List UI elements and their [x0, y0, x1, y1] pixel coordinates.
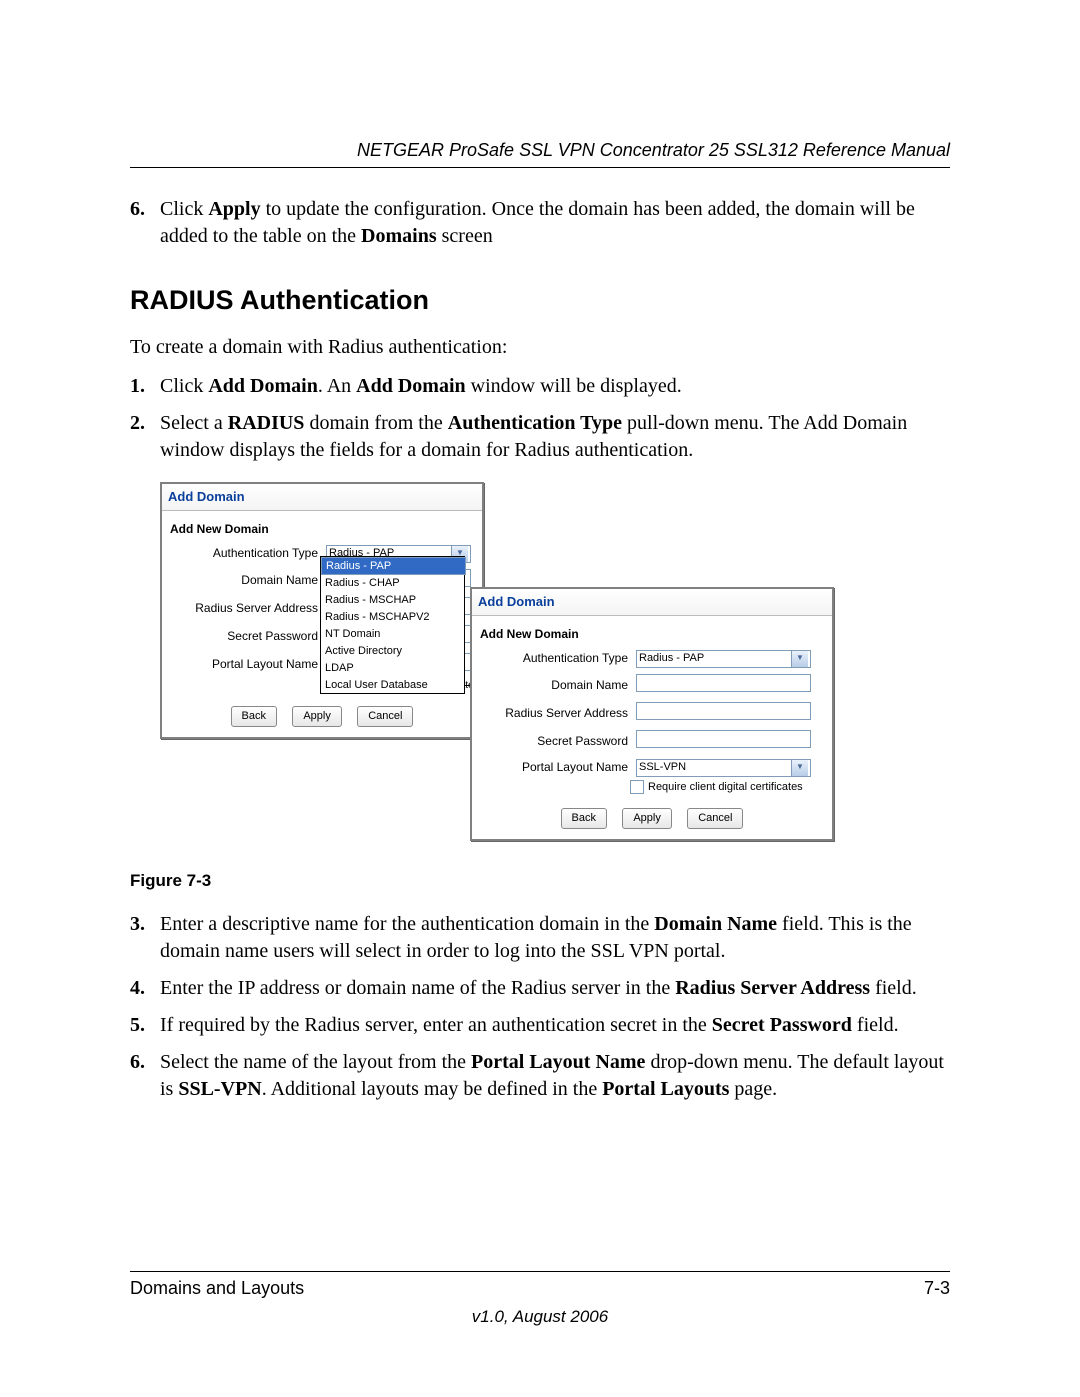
- require-cert-checkbox[interactable]: [630, 780, 644, 794]
- option-active-directory[interactable]: Active Directory: [321, 643, 464, 660]
- dialog-buttons: Back Apply Cancel: [162, 692, 482, 737]
- step-text: If required by the Radius server, enter …: [160, 1012, 950, 1039]
- step-6: 6. Select the name of the layout from th…: [130, 1049, 950, 1103]
- step-text: Click Apply to update the configuration.…: [160, 196, 950, 250]
- dialog-title: Add Domain: [472, 589, 832, 616]
- option-nt-domain[interactable]: NT Domain: [321, 626, 464, 643]
- add-domain-dialog-right: Add Domain Add New Domain Authentication…: [470, 587, 834, 841]
- add-domain-dialog-left: Add Domain Add New Domain Authentication…: [160, 482, 484, 739]
- page: NETGEAR ProSafe SSL VPN Concentrator 25 …: [0, 0, 1080, 1397]
- step-text: Click Add Domain. An Add Domain window w…: [160, 373, 950, 400]
- label-domain-name: Domain Name: [168, 572, 326, 588]
- step-2: 2. Select a RADIUS domain from the Authe…: [130, 410, 950, 464]
- dialog-buttons: Back Apply Cancel: [472, 794, 832, 839]
- label-secret-password: Secret Password: [478, 733, 636, 749]
- step-text: Select a RADIUS domain from the Authenti…: [160, 410, 950, 464]
- option-radius-mschapv2[interactable]: Radius - MSCHAPV2: [321, 609, 464, 626]
- running-header: NETGEAR ProSafe SSL VPN Concentrator 25 …: [130, 140, 950, 168]
- auth-type-dropdown-list[interactable]: Radius - PAP Radius - CHAP Radius - MSCH…: [320, 556, 465, 694]
- option-radius-chap[interactable]: Radius - CHAP: [321, 575, 464, 592]
- label-auth-type: Authentication Type: [168, 545, 326, 561]
- dialog-title: Add Domain: [162, 484, 482, 511]
- label-domain-name: Domain Name: [478, 677, 636, 693]
- page-number: 7-3: [924, 1278, 950, 1299]
- option-radius-mschap[interactable]: Radius - MSCHAP: [321, 592, 464, 609]
- step-number: 5.: [130, 1012, 160, 1039]
- option-local-user-db[interactable]: Local User Database: [321, 677, 464, 694]
- radius-server-input[interactable]: [636, 702, 811, 720]
- step-number: 6.: [130, 1049, 160, 1103]
- step-5: 5. If required by the Radius server, ent…: [130, 1012, 950, 1039]
- label-radius-server: Radius Server Address: [168, 600, 326, 616]
- option-radius-pap[interactable]: Radius - PAP: [321, 557, 466, 575]
- step-text: Select the name of the layout from the P…: [160, 1049, 950, 1103]
- chevron-down-icon: ▼: [791, 651, 808, 667]
- dialog-section: Add New Domain: [472, 616, 832, 646]
- step-number: 6.: [130, 196, 160, 250]
- label-radius-server: Radius Server Address: [478, 705, 636, 721]
- page-footer: Domains and Layouts 7-3 v1.0, August 200…: [130, 1271, 950, 1327]
- domain-name-input[interactable]: [636, 674, 811, 692]
- chevron-down-icon: ▼: [791, 760, 808, 776]
- row-require-cert: Require client digital certificates: [472, 780, 832, 795]
- require-cert-label: Require client digital certificates: [648, 780, 803, 795]
- section-heading: RADIUS Authentication: [130, 282, 950, 318]
- footer-section: Domains and Layouts: [130, 1278, 304, 1299]
- intro-step-6: 6. Click Apply to update the configurati…: [130, 196, 950, 250]
- step-number: 4.: [130, 975, 160, 1002]
- label-portal-layout: Portal Layout Name: [168, 656, 326, 672]
- step-4: 4. Enter the IP address or domain name o…: [130, 975, 950, 1002]
- label-portal-layout: Portal Layout Name: [478, 759, 636, 775]
- back-button[interactable]: Back: [561, 808, 607, 829]
- figure-label: Figure 7-3: [130, 870, 950, 893]
- apply-button[interactable]: Apply: [292, 706, 342, 727]
- step-3: 3. Enter a descriptive name for the auth…: [130, 911, 950, 965]
- figure-7-3: Add Domain Add New Domain Authentication…: [160, 482, 950, 862]
- secret-password-input[interactable]: [636, 730, 811, 748]
- auth-type-select[interactable]: Radius - PAP ▼: [636, 650, 811, 668]
- body: 6. Click Apply to update the configurati…: [130, 196, 950, 1103]
- intro-text: To create a domain with Radius authentic…: [130, 334, 950, 361]
- step-number: 2.: [130, 410, 160, 464]
- cancel-button[interactable]: Cancel: [357, 706, 413, 727]
- label-auth-type: Authentication Type: [478, 650, 636, 666]
- row-radius-server: Radius Server Address: [472, 699, 832, 727]
- dialog-section: Add New Domain: [162, 511, 482, 541]
- step-text: Enter the IP address or domain name of t…: [160, 975, 950, 1002]
- row-auth-type: Authentication Type Radius - PAP ▼: [472, 646, 832, 670]
- option-ldap[interactable]: LDAP: [321, 660, 464, 677]
- cancel-button[interactable]: Cancel: [687, 808, 743, 829]
- row-secret-password: Secret Password: [472, 727, 832, 755]
- step-number: 1.: [130, 373, 160, 400]
- row-domain-name: Domain Name: [472, 671, 832, 699]
- apply-button[interactable]: Apply: [622, 808, 672, 829]
- label-secret-password: Secret Password: [168, 628, 326, 644]
- row-portal-layout: Portal Layout Name SSL-VPN ▼: [472, 755, 832, 779]
- footer-version: v1.0, August 2006: [130, 1307, 950, 1327]
- step-1: 1. Click Add Domain. An Add Domain windo…: [130, 373, 950, 400]
- step-text: Enter a descriptive name for the authent…: [160, 911, 950, 965]
- portal-layout-select[interactable]: SSL-VPN ▼: [636, 759, 811, 777]
- step-number: 3.: [130, 911, 160, 965]
- back-button[interactable]: Back: [231, 706, 277, 727]
